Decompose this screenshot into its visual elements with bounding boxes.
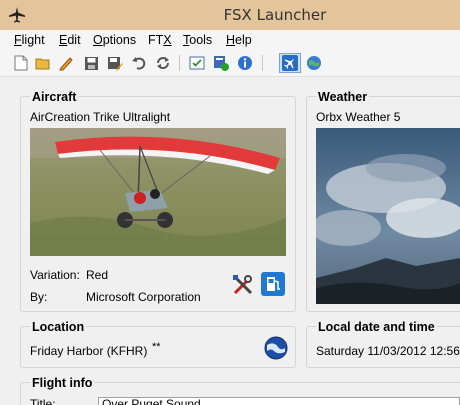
location-value: Friday Harbor (KFHR) — [30, 344, 148, 358]
by-value: Microsoft Corporation — [86, 290, 201, 304]
flight-title-label: Title: — [30, 397, 56, 405]
weather-heading: Weather — [316, 90, 370, 104]
by-label: By: — [30, 290, 48, 304]
variation-value: Red — [86, 268, 109, 282]
flight-title-input[interactable]: Over Puget Sound — [98, 397, 460, 405]
datetime-heading: Local date and time — [316, 320, 437, 334]
weather-image[interactable] — [316, 128, 460, 304]
tools-wrench-icon[interactable] — [232, 274, 254, 296]
aircraft-heading: Aircraft — [30, 90, 79, 104]
menu-edit[interactable]: Edit — [59, 33, 81, 47]
info-icon[interactable] — [236, 54, 254, 72]
export-icon[interactable] — [212, 54, 230, 72]
undo-icon[interactable] — [130, 54, 148, 72]
variation-label: Variation: — [30, 268, 80, 282]
menu-help[interactable]: Help — [226, 33, 252, 47]
save-icon[interactable] — [82, 54, 100, 72]
open-folder-icon[interactable] — [34, 54, 52, 72]
datetime-value: Saturday 11/03/2012 12:56:56 — [316, 344, 460, 358]
menu-bar: Flight Edit Options FTX Tools Help — [0, 30, 460, 50]
refresh-icon[interactable] — [154, 54, 172, 72]
location-marker: ** — [152, 341, 161, 353]
aircraft-name: AirCreation Trike Ultralight — [30, 110, 171, 124]
edit-pencil-icon[interactable] — [57, 54, 75, 72]
menu-flight[interactable]: Flight — [14, 33, 45, 47]
fuel-pump-icon[interactable] — [261, 272, 285, 296]
checklist-icon[interactable] — [188, 54, 206, 72]
menu-tools[interactable]: Tools — [183, 33, 212, 47]
aircraft-image[interactable] — [30, 128, 286, 256]
menu-options[interactable]: Options — [93, 33, 136, 47]
menu-ftx[interactable]: FTX — [148, 33, 172, 47]
window-title: FSX Launcher — [223, 6, 327, 24]
globe-icon[interactable] — [305, 54, 323, 72]
toolbar-separator — [179, 55, 180, 71]
location-heading: Location — [30, 320, 87, 334]
flight-icon[interactable] — [279, 53, 301, 73]
earth-globe-icon[interactable] — [264, 336, 288, 360]
title-bar[interactable]: FSX Launcher — [0, 0, 460, 30]
weather-name: Orbx Weather 5 — [316, 110, 401, 124]
toolbar-separator — [262, 55, 263, 71]
new-file-icon[interactable] — [12, 54, 30, 72]
save-as-icon[interactable] — [106, 54, 124, 72]
flight-info-heading: Flight info — [30, 376, 95, 390]
toolbar — [0, 50, 460, 77]
